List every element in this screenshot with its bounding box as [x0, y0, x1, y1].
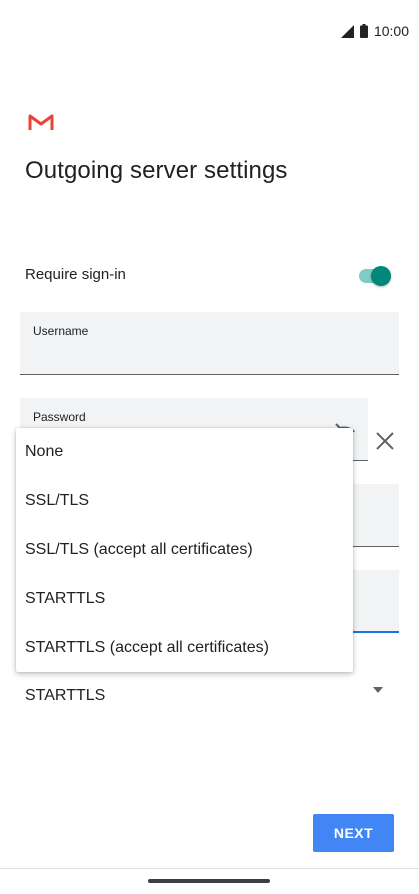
- next-button[interactable]: NEXT: [313, 814, 394, 852]
- menu-item-starttls-accept-all[interactable]: STARTTLS (accept all certificates): [16, 624, 353, 672]
- require-signin-toggle[interactable]: [357, 264, 393, 288]
- menu-item-none[interactable]: None: [16, 428, 353, 476]
- home-indicator[interactable]: [148, 879, 270, 883]
- username-underline: [20, 374, 399, 375]
- security-type-select[interactable]: STARTTLS: [25, 687, 105, 705]
- battery-icon: [359, 24, 368, 38]
- security-type-menu: None SSL/TLS SSL/TLS (accept all certifi…: [16, 428, 353, 672]
- status-indicators: 10:00: [340, 23, 409, 39]
- dropdown-arrow-icon[interactable]: [372, 686, 384, 694]
- require-signin-label: Require sign-in: [25, 266, 126, 283]
- menu-item-ssl-tls[interactable]: SSL/TLS: [16, 477, 353, 525]
- toggle-thumb: [371, 266, 391, 286]
- signal-icon: [340, 24, 354, 38]
- username-label: Username: [33, 324, 89, 338]
- password-label: Password: [33, 410, 86, 424]
- username-field[interactable]: Username: [20, 312, 399, 375]
- close-icon[interactable]: [374, 430, 396, 452]
- menu-item-starttls[interactable]: STARTTLS: [16, 575, 353, 623]
- status-bar: 10:00: [0, 0, 419, 64]
- page-title: Outgoing server settings: [25, 157, 288, 184]
- nav-divider: [0, 868, 419, 869]
- gmail-logo-icon: [28, 114, 54, 130]
- menu-item-ssl-tls-accept-all[interactable]: SSL/TLS (accept all certificates): [16, 526, 353, 574]
- status-time: 10:00: [373, 23, 409, 39]
